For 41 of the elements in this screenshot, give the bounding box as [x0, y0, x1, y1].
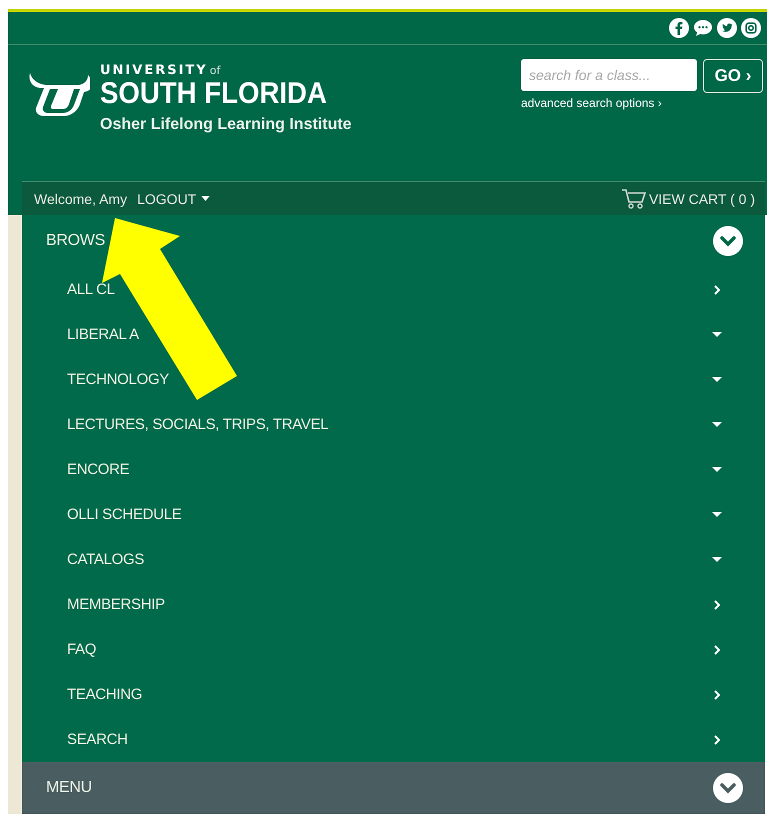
chevron-circle-icon[interactable]	[713, 226, 743, 256]
caret-icon[interactable]	[712, 557, 722, 562]
facebook-icon[interactable]	[669, 18, 689, 38]
caret-icon[interactable]	[712, 377, 722, 382]
menu-item[interactable]: TECHNOLOGY	[67, 371, 170, 388]
welcome-text: Welcome, Amy	[34, 190, 128, 206]
chevron-circle-icon[interactable]	[713, 773, 743, 803]
logout-link[interactable]: LOGOUT	[137, 190, 196, 206]
university-name: SOUTH FLORIDA	[100, 78, 328, 110]
advanced-search-link[interactable]: advanced search options ›	[521, 96, 763, 110]
go-button[interactable]: GO ›	[703, 59, 763, 93]
camera-icon[interactable]	[741, 18, 761, 38]
view-cart-link[interactable]: VIEW CART ( 0 )	[648, 190, 755, 206]
menu-item[interactable]: LECTURES, SOCIALS, TRIPS, TRAVEL	[67, 416, 328, 433]
menu-item[interactable]: ENCORE	[67, 461, 130, 478]
caret-icon[interactable]	[712, 332, 722, 337]
menu-header[interactable]: MENU	[22, 762, 765, 814]
chevron-right-icon[interactable]	[714, 644, 720, 654]
search-field[interactable]: search for a class...	[521, 59, 697, 91]
menu-item[interactable]: ALL CL	[67, 281, 115, 298]
chevron-right-icon[interactable]	[714, 734, 720, 744]
chevron-right-icon[interactable]	[714, 284, 720, 294]
caret-icon[interactable]	[201, 196, 210, 201]
browse-header[interactable]: BROWS	[22, 215, 765, 267]
bird-icon[interactable]	[717, 18, 737, 38]
caret-icon[interactable]	[712, 512, 722, 517]
menu-item[interactable]: FAQ	[67, 641, 96, 658]
menu-item[interactable]: LIBERAL A	[67, 326, 139, 343]
chevron-right-icon[interactable]	[714, 600, 720, 610]
menu-item[interactable]: SEARCH	[67, 731, 128, 748]
cart-icon[interactable]	[620, 188, 647, 210]
chevron-right-icon[interactable]	[714, 690, 720, 700]
institute-name: Osher Lifelong Learning Institute	[100, 116, 352, 134]
caret-icon[interactable]	[712, 422, 722, 427]
menu-item[interactable]: OLLI SCHEDULE	[67, 506, 182, 523]
menu-item[interactable]: CATALOGS	[67, 551, 144, 568]
menu-item[interactable]: MEMBERSHIP	[67, 596, 165, 613]
caret-icon[interactable]	[712, 467, 722, 472]
university-label: UNIVERSITY of	[100, 63, 222, 78]
chat-bubble-icon[interactable]	[693, 18, 713, 38]
menu-item[interactable]: TEACHING	[67, 686, 142, 703]
